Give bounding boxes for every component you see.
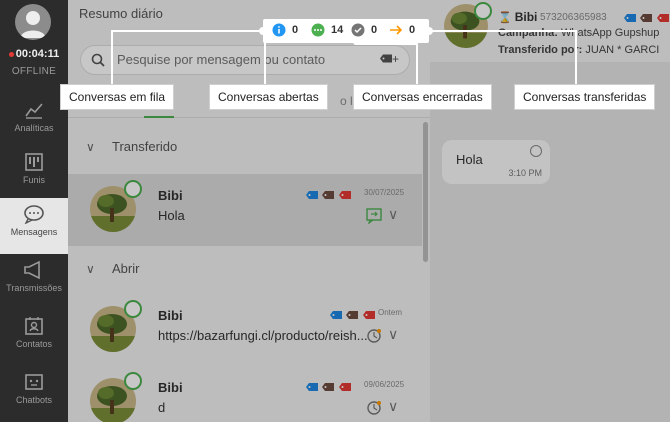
open-counter[interactable]: 14 bbox=[311, 23, 343, 40]
info-icon bbox=[272, 23, 286, 37]
queue-label: Conversas em fila bbox=[60, 84, 175, 110]
transferred-label: Conversas transferidas bbox=[514, 84, 656, 110]
queue-counter[interactable]: 0 bbox=[272, 23, 298, 40]
transferred-count: 0 bbox=[409, 24, 416, 36]
connector-lines bbox=[111, 27, 577, 84]
closed-label: Conversas encerradas bbox=[353, 84, 492, 110]
open-count: 14 bbox=[331, 24, 344, 36]
closed-counter[interactable]: 0 bbox=[351, 23, 377, 40]
check-icon bbox=[351, 23, 365, 37]
transferred-counter[interactable]: 0 bbox=[389, 23, 415, 40]
arrow-right-icon bbox=[390, 25, 403, 35]
queue-count: 0 bbox=[292, 24, 299, 36]
open-label: Conversas abertas bbox=[209, 84, 328, 110]
closed-count: 0 bbox=[371, 24, 378, 36]
chat-dots-icon bbox=[311, 23, 325, 37]
daily-summary-counters: 0 14 0 0 bbox=[263, 19, 429, 43]
